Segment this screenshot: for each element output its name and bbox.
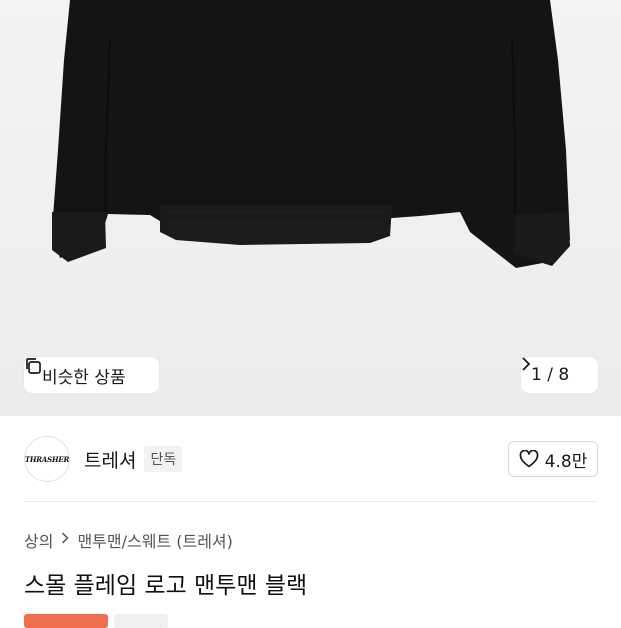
- brand-logo[interactable]: THRASHER: [24, 436, 70, 482]
- product-image-gallery[interactable]: 비슷한 상품 1 / 8: [0, 0, 621, 416]
- product-title: 스몰 플레임 로고 맨투맨 블랙: [24, 573, 308, 599]
- breadcrumb: 상의 맨투맨/스웨트 (트레셔): [24, 528, 233, 552]
- breadcrumb-subcategory[interactable]: 맨투맨/스웨트 (트레셔): [77, 528, 232, 552]
- heart-icon: [519, 450, 539, 468]
- brand-name[interactable]: 트레셔: [84, 446, 136, 473]
- image-pager[interactable]: 1 / 8: [521, 357, 598, 393]
- like-button[interactable]: 4.8만: [508, 441, 598, 477]
- product-badges: [24, 614, 168, 628]
- sweatshirt-image: [52, 0, 570, 268]
- divider: [24, 501, 598, 502]
- seller-row: THRASHER 트레셔 단독 4.8만: [24, 434, 598, 484]
- page-indicator: 1 / 8: [531, 365, 570, 385]
- like-count: 4.8만: [544, 451, 588, 472]
- exclusive-badge: 단독: [144, 446, 183, 472]
- brand-logo-text: THRASHER: [24, 454, 70, 464]
- breadcrumb-category[interactable]: 상의: [24, 528, 53, 552]
- similar-products-button[interactable]: 비슷한 상품: [24, 357, 159, 393]
- chevron-right-icon: [61, 532, 70, 548]
- similar-products-label: 비슷한 상품: [42, 367, 126, 388]
- sale-badge: [24, 614, 108, 628]
- info-badge: [114, 614, 168, 628]
